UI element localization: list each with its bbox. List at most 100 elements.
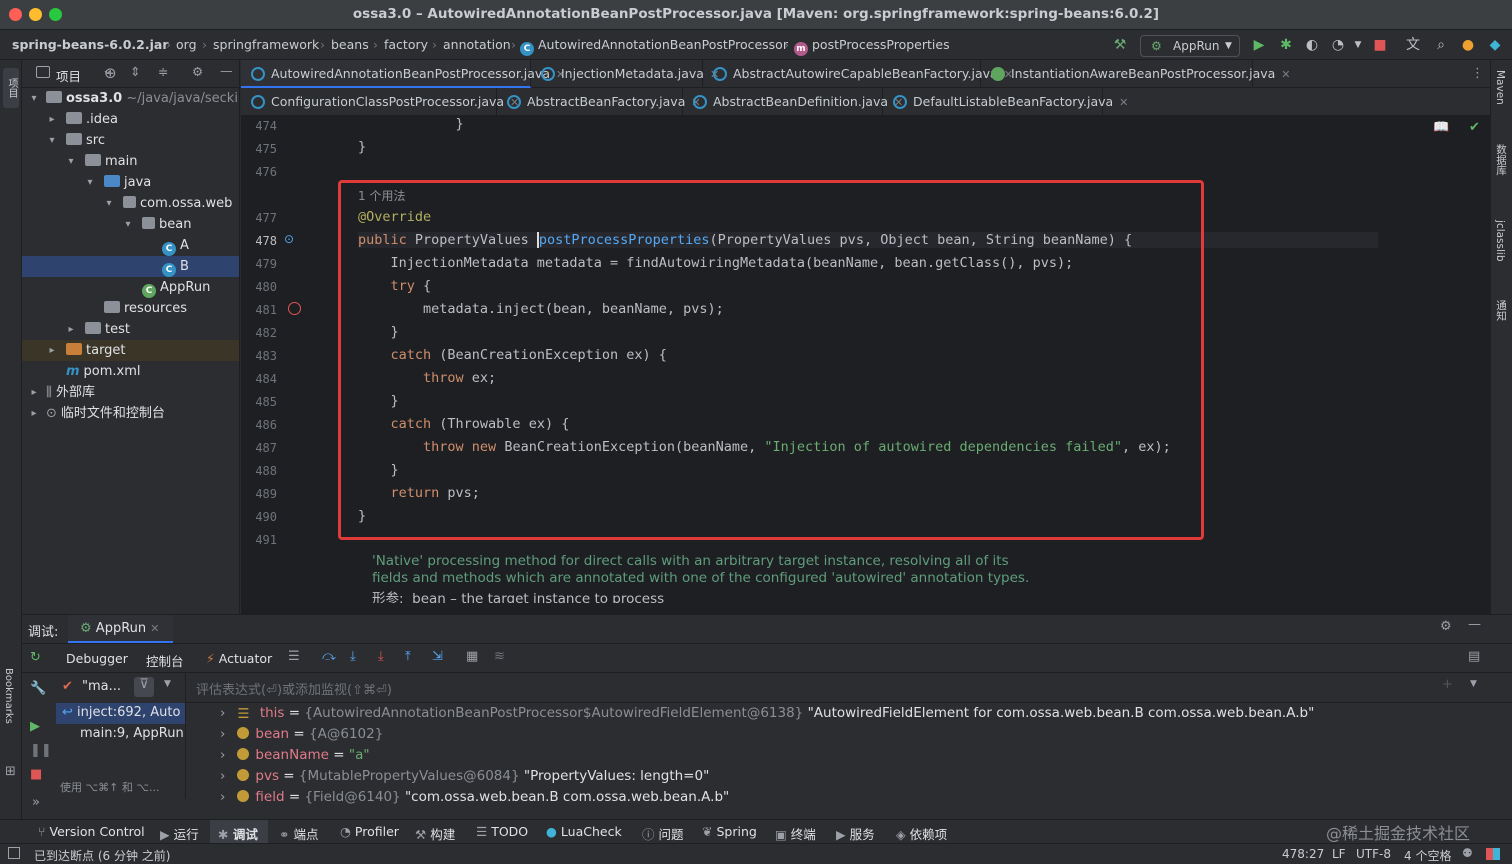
close-tab-icon[interactable]: ✕	[1281, 68, 1290, 81]
resume-icon[interactable]: ▶	[30, 719, 40, 734]
tree-item-package-web[interactable]: ▾ com.ossa.web	[22, 193, 239, 214]
debug-bug-icon[interactable]: ✱	[1277, 36, 1295, 54]
tree-item-package-bean[interactable]: ▾ bean	[22, 214, 239, 235]
chevron-right-icon[interactable]: ▸	[28, 382, 40, 403]
evaluate-expression-icon[interactable]: ▦	[466, 649, 478, 664]
variable-row-beanname[interactable]: › beanName = "a"	[220, 747, 370, 763]
tab-debugger[interactable]: Debugger	[66, 651, 128, 666]
tree-item-pom[interactable]: m pom.xml	[22, 361, 239, 382]
tab-abstract-bean-factory[interactable]: AbstractBeanFactory.java ✕	[497, 88, 701, 116]
tab-injection-metadata[interactable]: InjectionMetadata.java ✕	[531, 60, 719, 88]
tree-item-test[interactable]: ▸ test	[22, 319, 239, 340]
filter-icon[interactable]: ⊽	[134, 677, 154, 697]
tree-item-java[interactable]: ▾ java	[22, 172, 239, 193]
stop-icon[interactable]: ■	[1371, 36, 1389, 54]
tool-debug[interactable]: ✱ 调试	[210, 820, 268, 844]
tab-actuator[interactable]: ⚡ Actuator	[206, 651, 272, 666]
minimize-window-button[interactable]	[29, 8, 42, 21]
line-separator[interactable]: LF	[1332, 847, 1346, 861]
chevron-down-icon[interactable]: ▾	[46, 130, 58, 151]
trace-stream-icon[interactable]: ≋	[494, 649, 505, 664]
frame-item[interactable]: main:9, AppRun	[80, 726, 184, 741]
project-view-dropdown[interactable]: 项目	[56, 66, 81, 85]
minimize-panel-icon[interactable]: —	[1468, 617, 1481, 632]
breadcrumb-annotation[interactable]: annotation	[443, 37, 511, 52]
breadcrumb-jar[interactable]: spring-beans-6.0.2.jar	[12, 37, 168, 52]
evaluate-expression-input[interactable]: 评估表达式(⏎)或添加监视(⇧⌘⏎) + ▼	[186, 673, 1512, 703]
tool-version-control[interactable]: ⑂ Version Control	[38, 824, 145, 839]
more-icon[interactable]: »	[32, 795, 40, 810]
breadcrumb-org[interactable]: org	[176, 37, 197, 52]
gear-icon[interactable]: ⚙	[1440, 619, 1452, 634]
tree-item-class-b[interactable]: CB	[22, 256, 239, 277]
reader-mode-icon[interactable]: 📖	[1433, 120, 1449, 135]
tab-abstract-bean-definition[interactable]: AbstractBeanDefinition.java ✕	[683, 88, 903, 116]
more-run-options-icon[interactable]: ▼	[1349, 36, 1367, 54]
tool-endpoints[interactable]: ⚭ 端点	[279, 824, 318, 843]
database-tool-button[interactable]: 数据库	[1494, 144, 1509, 176]
run-configuration-dropdown[interactable]: ⚙ AppRun ▼	[1140, 35, 1240, 57]
add-watch-icon[interactable]: +	[1442, 677, 1453, 692]
minimize-panel-icon[interactable]: —	[220, 63, 233, 78]
variable-row-field[interactable]: › field = {Field@6140} "com.ossa.web.bean…	[220, 789, 729, 805]
jclasslib-tool-button[interactable]: jclasslib	[1494, 220, 1506, 261]
profiler-icon[interactable]: ◔	[1329, 36, 1347, 54]
tree-item-resources[interactable]: resources	[22, 298, 239, 319]
chevron-down-icon[interactable]: ▾	[65, 151, 77, 172]
translate-icon[interactable]: 文	[1404, 36, 1422, 54]
ime-indicator-icon[interactable]	[1486, 848, 1500, 860]
close-tab-icon[interactable]: ✕	[1119, 96, 1128, 109]
tab-abstract-autowire-capable[interactable]: AbstractAutowireCapableBeanFactory.java ✕	[703, 60, 1013, 88]
layout-settings-icon[interactable]: ▤	[1468, 649, 1480, 664]
variable-row-this[interactable]: › ☰ this = {AutowiredAnnotationBeanPostPr…	[220, 705, 1314, 722]
step-over-icon[interactable]: ⤼	[322, 649, 336, 664]
tree-item-target[interactable]: ▸ target	[22, 340, 239, 361]
stop-icon[interactable]: ■	[30, 767, 42, 782]
caret-position[interactable]: 478:27	[1282, 847, 1324, 861]
chevron-right-icon[interactable]: ▸	[65, 319, 77, 340]
chevron-right-icon[interactable]: ›	[220, 726, 225, 742]
tab-configuration-class-pp[interactable]: ConfigurationClassPostProcessor.java ✕	[241, 88, 519, 116]
chevron-right-icon[interactable]: ›	[220, 705, 225, 721]
locate-file-icon[interactable]: ⊕	[104, 64, 117, 82]
breadcrumb-class[interactable]: C AutowiredAnnotationBeanPostProcessor	[520, 37, 788, 56]
structure-icon[interactable]: ⊞	[5, 764, 16, 779]
close-tab-icon[interactable]: ✕	[150, 622, 159, 635]
tab-instantiation-aware-bpp[interactable]: InstantiationAwareBeanPostProcessor.java…	[981, 60, 1291, 88]
frame-item[interactable]: ↩ inject:692, Auto	[56, 703, 185, 724]
breadcrumb-beans[interactable]: beans	[331, 37, 369, 52]
collapse-all-icon[interactable]: ≑	[158, 64, 168, 79]
force-step-into-icon[interactable]: ⤓	[378, 649, 384, 664]
maven-tool-button[interactable]: Maven	[1494, 70, 1506, 105]
tree-item-ossa3[interactable]: ▾ ossa3.0 ~/java/java/seckil	[22, 88, 239, 109]
tree-item-idea[interactable]: ▸ .idea	[22, 109, 239, 130]
run-icon[interactable]: ▶	[1250, 36, 1268, 54]
tab-console[interactable]: 控制台	[146, 651, 184, 670]
pause-icon[interactable]: ❚❚	[30, 743, 52, 758]
panel-toggle-icon[interactable]	[8, 847, 20, 859]
tree-item-main[interactable]: ▾ main	[22, 151, 239, 172]
step-into-icon[interactable]: ⤓	[350, 649, 356, 664]
file-encoding[interactable]: UTF-8	[1356, 847, 1391, 861]
chevron-right-icon[interactable]: ›	[220, 747, 225, 763]
plugin-icon[interactable]: ◆	[1486, 36, 1504, 54]
breadcrumb-method[interactable]: m postProcessProperties	[794, 37, 950, 56]
coverage-icon[interactable]: ◐	[1303, 36, 1321, 54]
tool-services[interactable]: ▶ 服务	[836, 824, 875, 843]
update-icon[interactable]: ●	[1459, 36, 1477, 54]
chevron-right-icon[interactable]: ▸	[46, 340, 58, 361]
tree-item-src[interactable]: ▾ src	[22, 130, 239, 151]
more-tabs-icon[interactable]: ⋮	[1471, 66, 1484, 81]
chevron-right-icon[interactable]: ›	[220, 789, 225, 805]
tab-autowired-annotation-bpp[interactable]: AutowiredAnnotationBeanPostProcessor.jav…	[241, 60, 565, 88]
thread-selector[interactable]: ✔ "ma... ⊽ ▼	[56, 673, 186, 703]
frames-list-icon[interactable]: ☰	[288, 649, 300, 664]
tool-build[interactable]: ⚒ 构建	[415, 824, 455, 843]
tree-item-scratches[interactable]: ▸ ⊙ 临时文件和控制台	[22, 403, 239, 424]
step-out-icon[interactable]: ⤒	[405, 649, 411, 664]
tool-terminal[interactable]: ▣ 终端	[775, 824, 816, 843]
chevron-right-icon[interactable]: ›	[220, 768, 225, 784]
expand-all-icon[interactable]: ⇕	[130, 64, 140, 79]
chevron-right-icon[interactable]: ▸	[46, 109, 58, 130]
breakpoint-icon[interactable]	[288, 302, 301, 315]
